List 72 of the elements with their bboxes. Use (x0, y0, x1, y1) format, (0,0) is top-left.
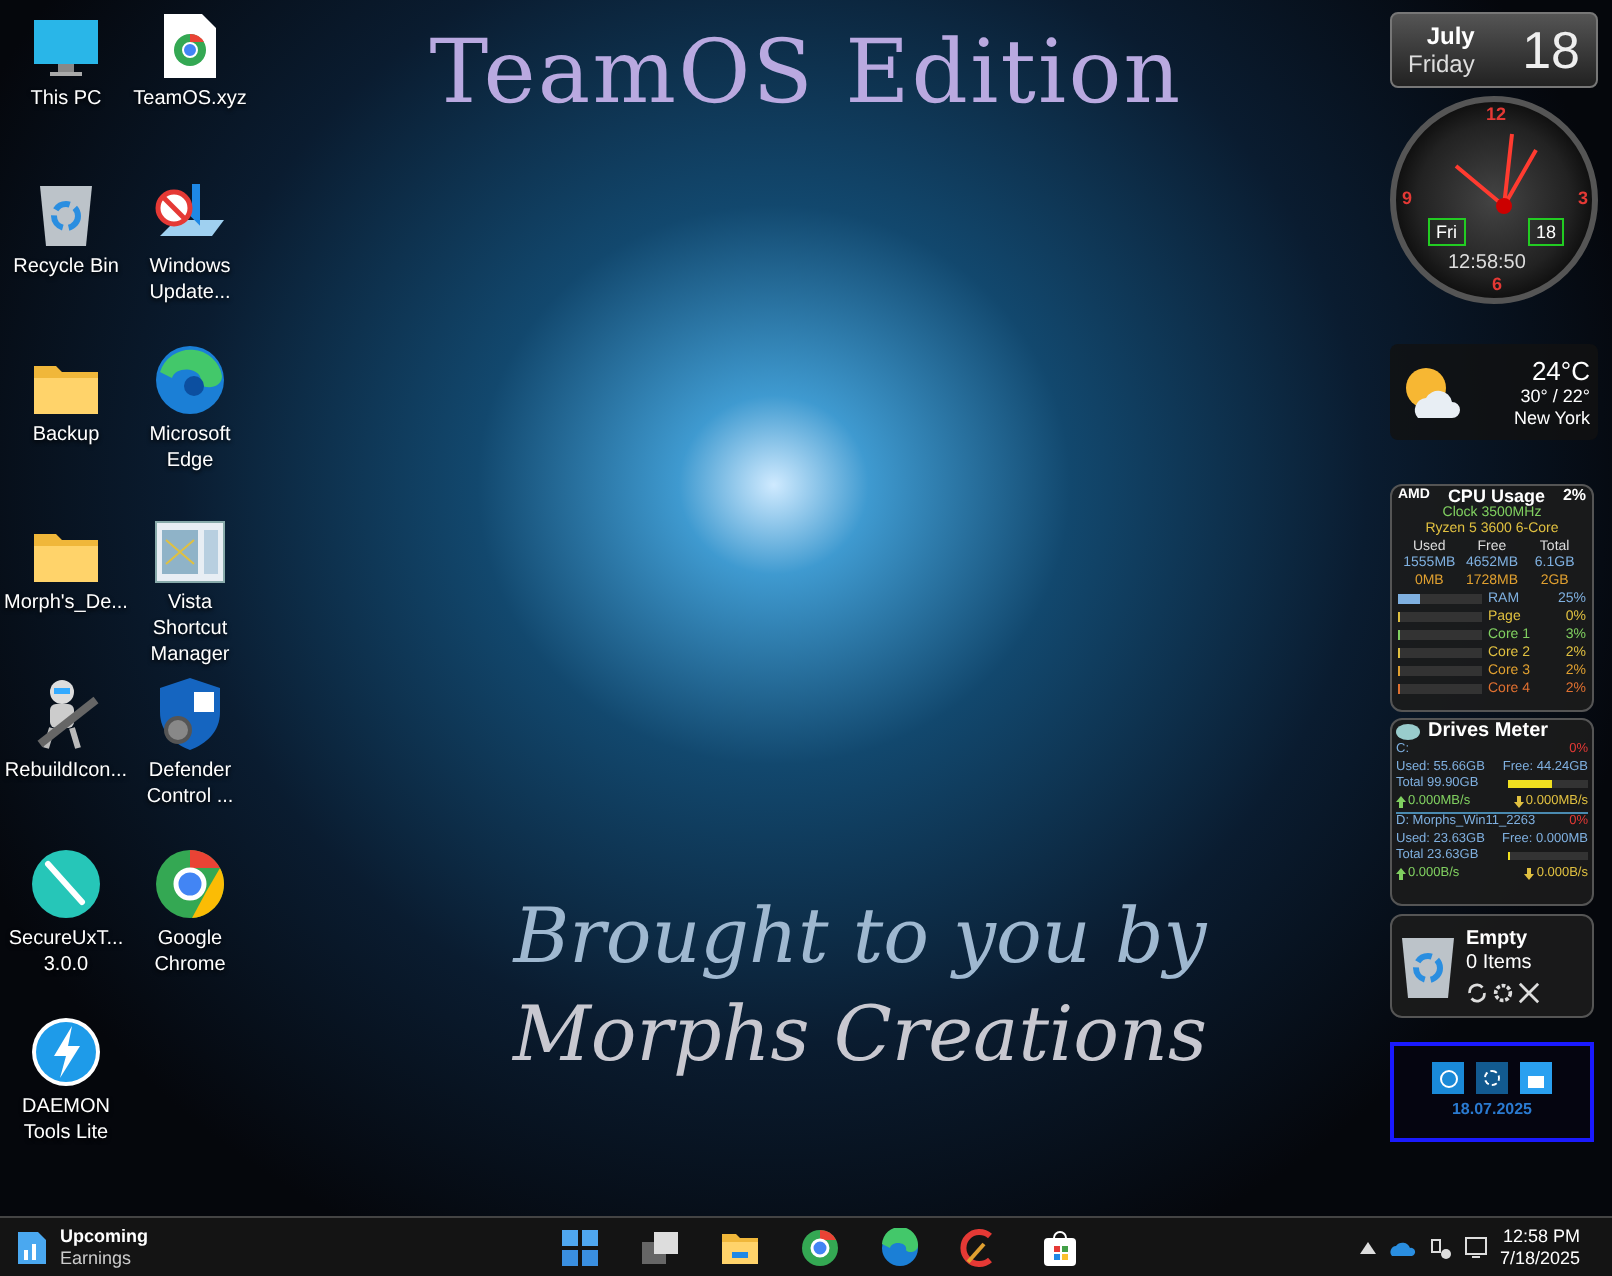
widget-subtitle: Earnings (60, 1247, 134, 1269)
desktop-icon-label[interactable]: Backup (4, 422, 128, 448)
task-view-icon[interactable] (640, 1227, 680, 1267)
folder-icon (32, 360, 100, 416)
wallpaper-title: TeamOS Edition (429, 20, 1183, 128)
desktop-icon-label[interactable]: DAEMON Tools Lite (4, 1094, 128, 1146)
calendar-weekday: Friday (1408, 50, 1475, 78)
recycle-bin-icon (1398, 932, 1458, 1000)
chart-document-icon (16, 1229, 48, 1265)
edge-icon[interactable] (880, 1227, 920, 1267)
refresh-icon[interactable] (1466, 982, 1488, 1004)
restart-button[interactable] (1476, 1062, 1508, 1094)
lightning-bolt-icon (30, 1016, 102, 1088)
chrome-icon (154, 848, 226, 920)
weather-temperature: 24°C (1531, 355, 1590, 385)
tray-date[interactable]: 7/18/2025 (1499, 1247, 1580, 1269)
chrome-icon[interactable] (800, 1227, 840, 1267)
window-icon (154, 520, 226, 584)
cpu-title: CPU Usage (1447, 488, 1545, 505)
calendar-date: 18 (1522, 17, 1580, 83)
widget-title[interactable]: Upcoming (60, 1225, 148, 1247)
desktop-icon-label[interactable]: Google Chrome (128, 926, 252, 978)
upload-arrow-icon (1396, 867, 1406, 880)
desktop-icon-label[interactable]: Windows Update... (128, 254, 252, 306)
recycle-bin-icon (36, 180, 96, 248)
desktop-icon-label[interactable]: Defender Control ... (128, 758, 252, 810)
wallpaper-tagline: Brought to you by (513, 890, 1207, 984)
clock-numeral: 12 (1486, 102, 1507, 128)
desktop-icon-label[interactable]: Morph's_De... (4, 590, 128, 616)
weather-range: 30° / 22° (1520, 385, 1590, 407)
start-icon[interactable] (560, 1227, 600, 1267)
desktop-icon-label[interactable]: Recycle Bin (4, 254, 128, 280)
clock-numeral: 6 (1492, 271, 1503, 297)
close-icon[interactable] (1518, 982, 1540, 1004)
lock-date: 18.07.2025 (1451, 1098, 1533, 1122)
edge-icon (154, 344, 226, 416)
robot-icon (32, 676, 100, 752)
download-arrow-icon (1513, 795, 1524, 808)
power-button[interactable] (1432, 1062, 1464, 1094)
caret-icon[interactable] (1359, 1241, 1376, 1253)
shield-icon (156, 676, 224, 752)
clock-numeral: 3 (1577, 186, 1588, 212)
desktop-icon-label[interactable]: TeamOS.xyz (128, 86, 252, 112)
chrome-file-icon (162, 12, 218, 80)
store-icon[interactable] (1040, 1227, 1080, 1267)
cloud-icon[interactable] (1387, 1237, 1416, 1257)
drive-icon (1396, 722, 1420, 742)
desktop-icon-label[interactable]: This PC (4, 86, 128, 112)
weather-city: New York (1513, 407, 1590, 429)
recycle-status: Empty (1466, 928, 1530, 952)
desktop-icon-label[interactable]: RebuildIcon... (4, 758, 128, 784)
brush-icon (30, 848, 102, 920)
upload-arrow-icon (1396, 795, 1406, 808)
desktop-icon-label[interactable]: Microsoft Edge (128, 422, 252, 474)
settings-icon[interactable] (1492, 982, 1514, 1004)
download-arrow-icon (1524, 867, 1535, 880)
lock-button[interactable] (1520, 1062, 1552, 1094)
desktop-icon-label[interactable]: Vista Shortcut Manager (128, 590, 252, 668)
desktop-icon-label[interactable]: SecureUxT... 3.0.0 (4, 926, 128, 978)
monitor-icon (32, 16, 100, 80)
calendar-month: July (1426, 22, 1475, 50)
tray-time[interactable]: 12:58 PM (1502, 1225, 1580, 1247)
drives-title: Drives Meter (1428, 723, 1549, 741)
folder-icon (32, 528, 100, 584)
clock-time: 12:58:50 (1448, 250, 1526, 277)
cpu-percent: 2% (1562, 488, 1586, 505)
clock-weekday: Fri (1428, 218, 1465, 246)
clock-numeral: 9 (1402, 186, 1413, 212)
recycle-count: 0 Items (1466, 952, 1534, 976)
clock-date: 18 (1528, 218, 1565, 246)
wallpaper-tagline: Morphs Creations (513, 988, 1207, 1082)
monitor-icon[interactable] (1463, 1235, 1488, 1259)
